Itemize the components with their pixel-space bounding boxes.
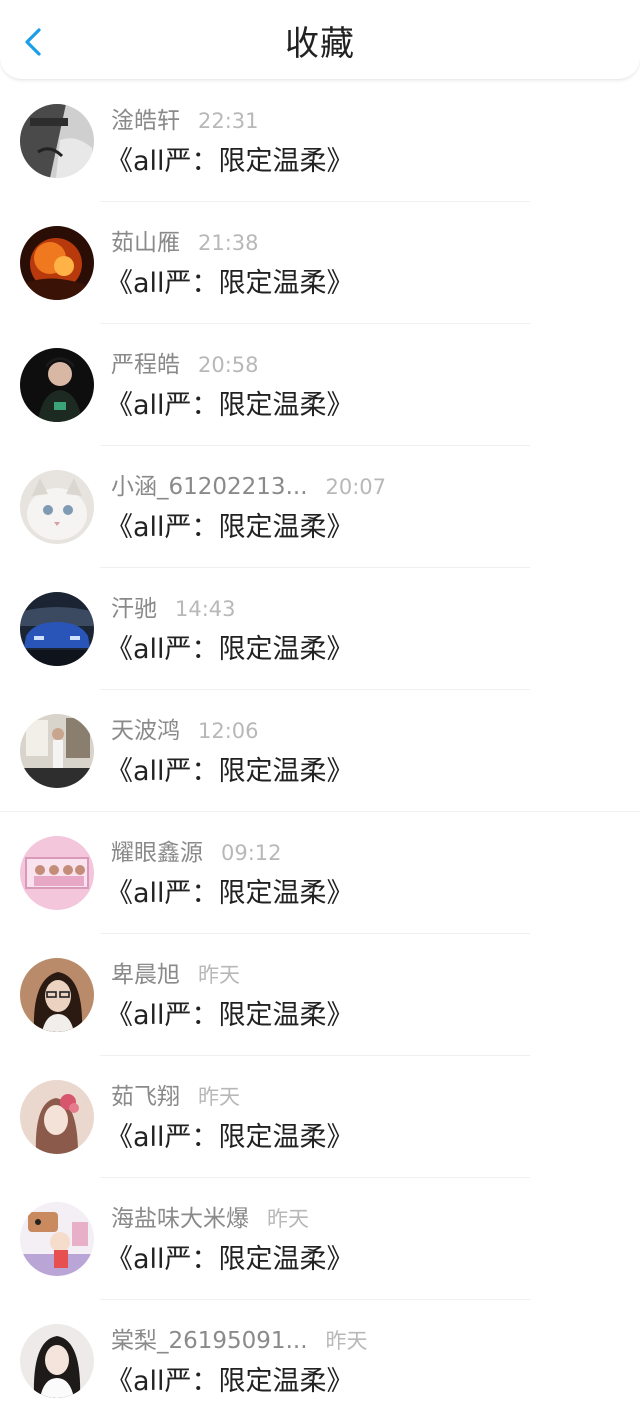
list-item[interactable]: 小涵_61202213... 20:07 《all严：限定温柔》	[0, 446, 640, 568]
message-preview: 《all严：限定温柔》	[106, 1366, 354, 1397]
user-name: 棠梨_26195091...	[111, 1328, 308, 1354]
item-meta: 卑晨旭 昨天	[111, 960, 240, 992]
user-name: 海盐味大米爆	[111, 1206, 249, 1232]
timestamp: 昨天	[198, 1085, 240, 1109]
message-preview: 《all严：限定温柔》	[106, 512, 354, 543]
user-name: 汗驰	[111, 596, 157, 622]
avatar[interactable]	[20, 226, 94, 300]
timestamp: 昨天	[325, 1329, 368, 1353]
list-item[interactable]: 茹飞翔 昨天 《all严：限定温柔》	[0, 1056, 640, 1178]
avatar[interactable]	[20, 592, 94, 666]
list-item[interactable]: 天波鸿 12:06 《all严：限定温柔》	[0, 690, 640, 812]
item-meta: 棠梨_26195091... 昨天	[111, 1326, 368, 1358]
page-title: 收藏	[285, 24, 355, 64]
avatar[interactable]	[20, 1202, 94, 1276]
timestamp: 20:07	[325, 475, 387, 499]
timestamp: 21:38	[198, 231, 259, 255]
avatar[interactable]	[20, 958, 94, 1032]
message-preview: 《all严：限定温柔》	[106, 1244, 354, 1275]
timestamp: 14:43	[175, 597, 236, 621]
item-meta: 海盐味大米爆 昨天	[111, 1204, 309, 1236]
avatar[interactable]	[20, 348, 94, 422]
list-item[interactable]: 茹山雁 21:38 《all严：限定温柔》	[0, 202, 640, 324]
message-preview: 《all严：限定温柔》	[106, 634, 354, 665]
user-name: 淦皓轩	[111, 108, 180, 134]
message-preview: 《all严：限定温柔》	[106, 390, 354, 421]
user-name: 严程皓	[111, 352, 180, 378]
avatar[interactable]	[20, 836, 94, 910]
item-meta: 淦皓轩 22:31	[111, 106, 259, 138]
user-name: 耀眼鑫源	[111, 840, 203, 866]
timestamp: 12:06	[198, 719, 259, 743]
avatar[interactable]	[20, 470, 94, 544]
favorites-list: 淦皓轩 22:31 《all严：限定温柔》 茹山雁 21:38 《all严：限定温柔…	[0, 80, 640, 1422]
list-item[interactable]: 棠梨_26195091... 昨天 《all严：限定温柔》	[0, 1300, 640, 1422]
message-preview: 《all严：限定温柔》	[106, 756, 354, 787]
item-meta: 耀眼鑫源 09:12	[111, 838, 282, 870]
avatar[interactable]	[20, 1080, 94, 1154]
item-meta: 茹山雁 21:38	[111, 228, 259, 260]
timestamp: 昨天	[198, 963, 240, 987]
item-meta: 天波鸿 12:06	[111, 716, 259, 748]
item-meta: 汗驰 14:43	[111, 594, 236, 626]
avatar[interactable]	[20, 714, 94, 788]
user-name: 卑晨旭	[111, 962, 180, 988]
user-name: 天波鸿	[111, 718, 180, 744]
item-meta: 小涵_61202213... 20:07	[111, 472, 386, 504]
list-item[interactable]: 淦皓轩 22:31 《all严：限定温柔》	[0, 80, 640, 202]
message-preview: 《all严：限定温柔》	[106, 1000, 354, 1031]
user-name: 茹山雁	[111, 230, 180, 256]
timestamp: 昨天	[267, 1207, 309, 1231]
timestamp: 22:31	[198, 109, 259, 133]
timestamp: 09:12	[221, 841, 282, 865]
user-name: 小涵_61202213...	[111, 474, 308, 500]
message-preview: 《all严：限定温柔》	[106, 878, 354, 909]
user-name: 茹飞翔	[111, 1084, 180, 1110]
message-preview: 《all严：限定温柔》	[106, 146, 354, 177]
list-item[interactable]: 严程皓 20:58 《all严：限定温柔》	[0, 324, 640, 446]
list-item[interactable]: 汗驰 14:43 《all严：限定温柔》	[0, 568, 640, 690]
item-meta: 严程皓 20:58	[111, 350, 259, 382]
list-item[interactable]: 耀眼鑫源 09:12 《all严：限定温柔》	[0, 812, 640, 934]
list-item[interactable]: 卑晨旭 昨天 《all严：限定温柔》	[0, 934, 640, 1056]
top-bar: 收藏	[0, 0, 640, 80]
list-item[interactable]: 海盐味大米爆 昨天 《all严：限定温柔》	[0, 1178, 640, 1300]
item-meta: 茹飞翔 昨天	[111, 1082, 240, 1114]
timestamp: 20:58	[198, 353, 259, 377]
message-preview: 《all严：限定温柔》	[106, 268, 354, 299]
avatar[interactable]	[20, 104, 94, 178]
message-preview: 《all严：限定温柔》	[106, 1122, 354, 1153]
